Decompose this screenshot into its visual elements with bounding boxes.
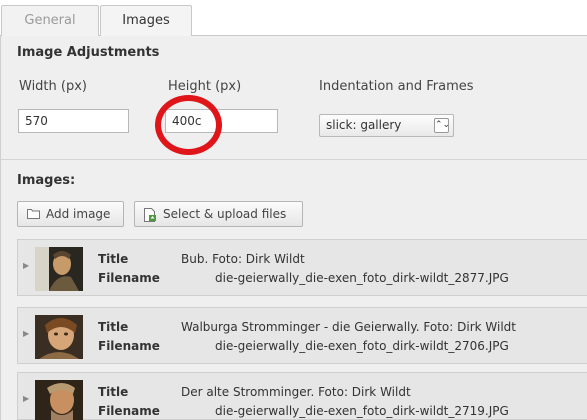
folder-icon: [27, 209, 40, 219]
width-label: Width (px): [19, 79, 87, 94]
image-row[interactable]: ▶ Title Filename Der alte Stromminger. F…: [17, 372, 587, 420]
title-field-label: Title: [98, 385, 129, 399]
image-filename: die-geierwally_die-exen_foto_dirk-wildt_…: [215, 339, 509, 353]
image-row[interactable]: ▶ Title Filename Walburga Stromminger - …: [17, 307, 587, 364]
images-panel: Image Adjustments Width (px) Height (px)…: [0, 36, 587, 420]
tab-general[interactable]: General: [1, 5, 99, 37]
upload-file-icon: [144, 208, 156, 222]
image-title: Bub. Foto: Dirk Wildt: [181, 252, 305, 266]
select-upload-button[interactable]: Select & upload files: [134, 201, 303, 227]
tab-bar: General Images: [0, 0, 587, 37]
expand-caret-icon[interactable]: ▶: [23, 329, 29, 338]
filename-field-label: Filename: [98, 404, 160, 418]
image-filename: die-geierwally_die-exen_foto_dirk-wildt_…: [215, 271, 509, 285]
indentation-label: Indentation and Frames: [319, 79, 474, 94]
image-thumbnail: [35, 315, 83, 359]
add-image-button[interactable]: Add image: [17, 201, 124, 227]
section-divider: [1, 159, 587, 160]
title-field-label: Title: [98, 320, 129, 334]
filename-field-label: Filename: [98, 271, 160, 285]
select-upload-label: Select & upload files: [163, 207, 287, 221]
select-arrow-icon: ⌃⌄: [434, 118, 450, 133]
highlight-circle: [155, 95, 222, 155]
indentation-select-value: slick: gallery: [326, 118, 402, 132]
expand-caret-icon[interactable]: ▶: [23, 261, 29, 270]
title-field-label: Title: [98, 252, 129, 266]
images-section-title: Images:: [17, 173, 76, 188]
tab-images[interactable]: Images: [100, 5, 192, 37]
image-thumbnail: [35, 247, 83, 291]
image-thumbnail: [35, 380, 83, 420]
height-label: Height (px): [168, 79, 242, 94]
image-title: Der alte Stromminger. Foto: Dirk Wildt: [181, 385, 411, 399]
image-row[interactable]: ▶ Title Filename Bub. Foto: Dirk Wildt d…: [17, 239, 587, 296]
width-input[interactable]: 570: [18, 109, 129, 133]
image-adjustments-title: Image Adjustments: [17, 45, 160, 60]
add-image-label: Add image: [46, 207, 111, 221]
image-filename: die-geierwally_die-exen_foto_dirk-wildt_…: [215, 404, 509, 418]
filename-field-label: Filename: [98, 339, 160, 353]
image-title: Walburga Stromminger - die Geierwally. F…: [181, 320, 516, 334]
expand-caret-icon[interactable]: ▶: [23, 394, 29, 403]
indentation-select[interactable]: slick: gallery ⌃⌄: [319, 114, 454, 137]
